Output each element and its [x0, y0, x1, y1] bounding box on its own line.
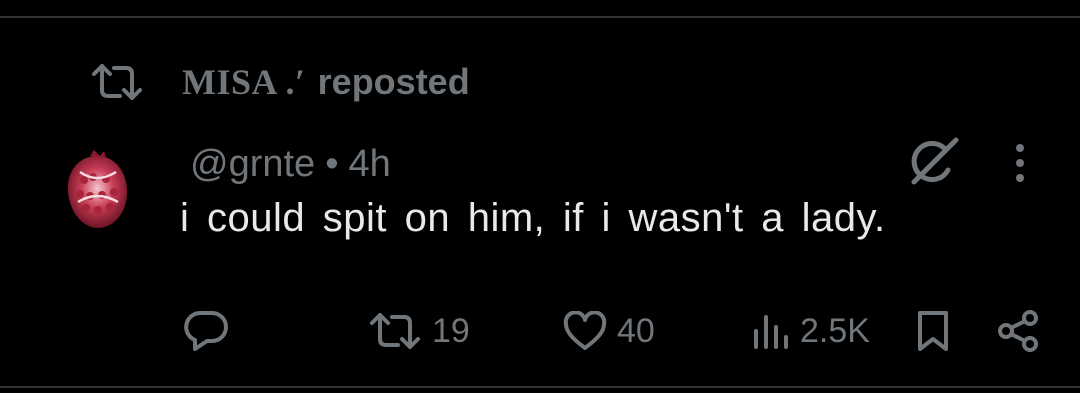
more-options-icon[interactable]: [1004, 138, 1036, 188]
tweet-text: i could spit on him, if i wasn't a lady.: [180, 196, 886, 240]
views-icon: [750, 311, 790, 351]
avatar[interactable]: [60, 150, 134, 232]
repost-icon: [90, 62, 144, 102]
top-divider: [0, 16, 1080, 18]
like-button[interactable]: 40: [563, 306, 655, 356]
reply-button[interactable]: [183, 306, 229, 356]
bottom-divider: [0, 386, 1080, 388]
author-handle[interactable]: @grnte: [190, 143, 315, 186]
reposted-label: reposted: [317, 61, 470, 102]
repost-count: 19: [432, 311, 470, 350]
repost-icon: [368, 311, 422, 351]
repost-header: MISA .′ reposted: [90, 58, 470, 106]
tweet-timestamp[interactable]: 4h: [349, 143, 391, 186]
grok-icon[interactable]: [902, 134, 962, 190]
views-button[interactable]: 2.5K: [750, 306, 870, 356]
reply-icon: [183, 309, 229, 353]
reposter-name[interactable]: MISA .′: [182, 61, 306, 103]
repost-button[interactable]: 19: [368, 306, 470, 356]
like-count: 40: [617, 311, 655, 350]
share-icon: [996, 309, 1040, 353]
tweet-meta: @grnte • 4h: [190, 138, 391, 190]
heart-icon: [563, 311, 607, 351]
bookmark-button[interactable]: [915, 306, 951, 356]
views-count: 2.5K: [800, 311, 870, 350]
bookmark-icon: [915, 309, 951, 353]
share-button[interactable]: [996, 306, 1040, 356]
meta-separator: •: [325, 142, 339, 185]
action-bar: 19 40 2.5K: [0, 306, 1080, 356]
